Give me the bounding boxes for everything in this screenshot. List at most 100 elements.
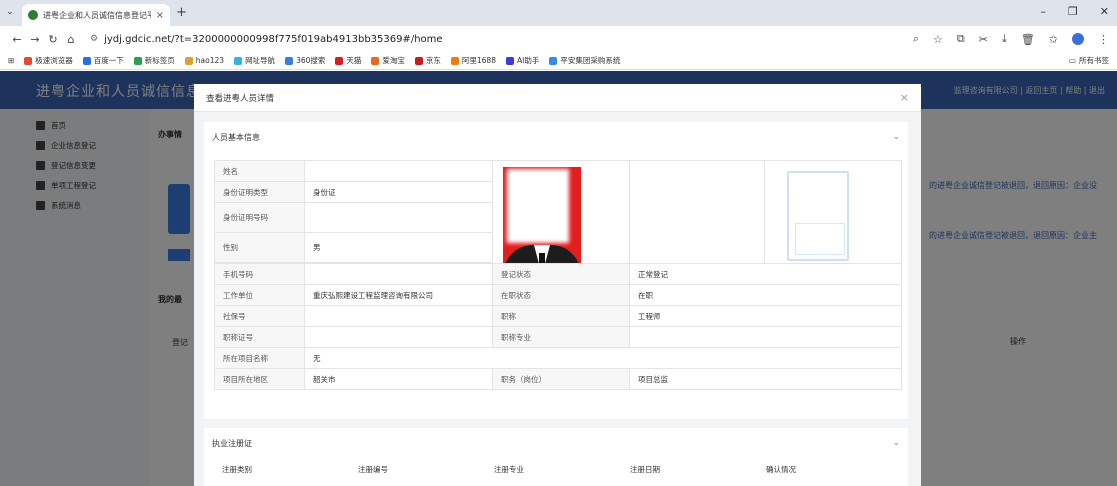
zoom-icon[interactable]: ⌕ <box>913 32 919 46</box>
bookmark-icon <box>450 56 459 65</box>
table-row: 职称证号 职称专业 <box>214 326 902 348</box>
cell-key: 登记状态 <box>492 263 630 285</box>
favorites-icon[interactable]: ✩ <box>1049 33 1058 46</box>
cell-value <box>629 326 902 348</box>
bookmark-item[interactable]: 百度一下 <box>82 55 124 66</box>
bookmark-item[interactable]: 360搜索 <box>285 55 325 66</box>
tab-favicon-icon <box>28 10 38 20</box>
bookmark-item[interactable]: 阿里1688 <box>450 55 496 66</box>
tab-title: 进粤企业和人员诚信信息登记平 <box>43 10 151 20</box>
window-close-icon[interactable]: ✕ <box>1100 5 1109 18</box>
cell-value: 正常登记 <box>629 263 902 285</box>
bookmark-item[interactable]: AI助手 <box>505 55 539 66</box>
bookmark-item[interactable]: 天猫 <box>335 55 361 66</box>
cut-icon[interactable]: ✂ <box>979 33 988 46</box>
bookmark-icon <box>24 56 33 65</box>
browser-tabbar: ⌄ 进粤企业和人员诚信信息登记平 × + – ❐ ✕ <box>0 0 1117 26</box>
cell-value <box>304 160 493 182</box>
cert-section: 执业注册证 ⌄ 注册类别 注册编号 注册专业 注册日期 确认情况 <box>204 428 908 486</box>
new-tab-icon[interactable]: + <box>176 5 187 20</box>
cell-value: 项目总监 <box>629 368 902 390</box>
bookmark-item[interactable]: 平安集团采购系统 <box>549 55 620 66</box>
site-info-icon[interactable]: ⚙ <box>90 34 98 44</box>
table-row: 所在项目名称 无 <box>214 347 902 369</box>
forward-icon[interactable]: → <box>26 33 44 46</box>
cell-key: 身份证明类型 <box>214 181 305 203</box>
bookmark-icon <box>234 56 243 65</box>
cell-key: 姓名 <box>214 160 305 182</box>
table-row: 手机号码 登记状态 正常登记 <box>214 263 902 285</box>
download-icon[interactable]: ⤓ <box>1002 32 1007 46</box>
cell-key: 职务（岗位） <box>492 368 630 390</box>
cell-key: 项目所在地区 <box>214 368 305 390</box>
person-detail-modal: 查看进粤人员详情 × 人员基本信息 ⌄ 姓名 身份证明类型 身份证 身份证明号码… <box>194 84 921 486</box>
extensions-icon[interactable]: ⧉ <box>957 32 965 46</box>
bookmark-item[interactable]: 网址导航 <box>234 55 275 66</box>
profile-avatar[interactable] <box>1072 33 1084 45</box>
restore-icon[interactable]: ❐ <box>1068 5 1078 18</box>
cert-header[interactable]: 执业注册证 ⌄ <box>204 428 908 458</box>
cell-value: 韶关市 <box>304 368 493 390</box>
cell-value <box>304 326 493 348</box>
bookmark-icon <box>133 56 142 65</box>
cell-key: 手机号码 <box>214 263 305 285</box>
info-table: 姓名 身份证明类型 身份证 身份证明号码 性别 男 手机号码 登记状态 正常登记… <box>214 160 902 390</box>
cell-value <box>304 263 493 285</box>
col-header: 注册日期 <box>630 465 660 474</box>
cell-key: 职称专业 <box>492 326 630 348</box>
browser-tab[interactable]: 进粤企业和人员诚信信息登记平 × <box>22 4 170 26</box>
table-row: 姓名 <box>214 160 902 264</box>
cell-key: 在职状态 <box>492 284 630 306</box>
cell-value <box>304 305 493 327</box>
bookmark-icon <box>82 56 91 65</box>
star-icon[interactable]: ☆ <box>933 33 943 46</box>
folder-icon: ▭ <box>1068 56 1076 65</box>
chevron-down-icon[interactable]: ⌄ <box>892 132 900 142</box>
bookmarks-bar: ⊞ 极速浏览器 百度一下 新标签页 hao123 网址导航 360搜索 天猫 爱… <box>0 52 1117 70</box>
bookmark-item[interactable]: 爱淘宝 <box>371 55 405 66</box>
all-bookmarks[interactable]: ▭ 所有书签 <box>1069 55 1109 66</box>
modal-close-icon[interactable]: × <box>900 91 909 104</box>
apps-grid-icon[interactable]: ⊞ <box>8 56 14 65</box>
table-row: 项目所在地区 韶关市 职务（岗位） 项目总监 <box>214 368 902 390</box>
chevron-down-icon[interactable]: ⌄ <box>892 438 900 448</box>
cell-value: 在职 <box>629 284 902 306</box>
basic-info-section: 人员基本信息 ⌄ 姓名 身份证明类型 身份证 身份证明号码 性别 男 手机号码 … <box>204 122 908 419</box>
minimize-icon[interactable]: – <box>1040 5 1046 18</box>
reload-icon[interactable]: ↻ <box>44 33 62 46</box>
cell-value: 工程师 <box>629 305 902 327</box>
cert-table-header: 注册类别 注册编号 注册专业 注册日期 确认情况 <box>222 464 902 475</box>
menu-icon[interactable]: ⋮ <box>1098 33 1109 46</box>
col-header: 注册类别 <box>222 465 252 474</box>
trash-icon[interactable]: 🗑 <box>1021 33 1035 46</box>
cell-key: 性别 <box>214 232 305 263</box>
col-header: 注册专业 <box>494 465 524 474</box>
basic-info-header[interactable]: 人员基本信息 ⌄ <box>204 122 908 152</box>
tab-close-icon[interactable]: × <box>156 10 164 21</box>
bookmark-icon <box>335 56 344 65</box>
portrait-photo <box>492 160 630 264</box>
cell-key: 职称 <box>492 305 630 327</box>
bookmark-icon <box>505 56 514 65</box>
cell-value: 男 <box>304 232 493 263</box>
modal-header: 查看进粤人员详情 × <box>194 84 921 112</box>
bookmark-item[interactable]: hao123 <box>184 56 224 65</box>
photo-placeholder <box>629 160 765 264</box>
home-icon[interactable]: ⌂ <box>62 33 80 46</box>
section-title: 人员基本信息 <box>212 132 260 142</box>
modal-title: 查看进粤人员详情 <box>206 93 275 104</box>
bookmark-item[interactable]: 新标签页 <box>133 55 175 66</box>
url-field[interactable]: ⚙ jydj.gdcic.net/?t=3200000000998f775f01… <box>90 34 913 45</box>
id-card-image <box>764 160 902 264</box>
back-icon[interactable]: ← <box>8 33 26 46</box>
cell-key: 职称证号 <box>214 326 305 348</box>
table-row: 工作单位 重庆弘熙建设工程监理咨询有限公司 在职状态 在职 <box>214 284 902 306</box>
bookmark-icon <box>549 56 558 65</box>
section-title: 执业注册证 <box>212 438 252 448</box>
bookmark-icon <box>285 56 294 65</box>
col-header: 确认情况 <box>766 465 796 474</box>
tab-list-icon[interactable]: ⌄ <box>6 7 14 17</box>
url-text: jydj.gdcic.net/?t=3200000000998f775f019a… <box>104 33 443 45</box>
bookmark-item[interactable]: 京东 <box>414 55 441 66</box>
bookmark-item[interactable]: 极速浏览器 <box>24 55 73 66</box>
